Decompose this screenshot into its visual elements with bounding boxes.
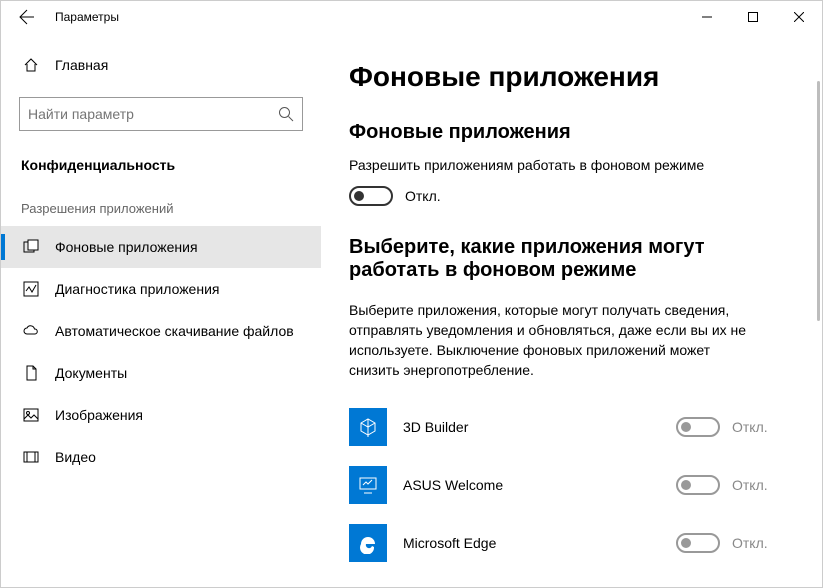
master-toggle[interactable] bbox=[349, 186, 393, 206]
scrollbar[interactable] bbox=[817, 81, 820, 321]
maximize-button[interactable] bbox=[730, 1, 776, 33]
nav-app-diagnostics[interactable]: Диагностика приложения bbox=[1, 268, 321, 310]
videos-icon bbox=[21, 449, 41, 465]
window-controls bbox=[684, 1, 822, 33]
section-title: Конфиденциальность bbox=[1, 143, 321, 183]
sidebar: Главная Конфиденциальность Разрешения пр… bbox=[1, 33, 321, 587]
group-title: Разрешения приложений bbox=[1, 183, 321, 226]
home-button[interactable]: Главная bbox=[1, 45, 321, 85]
cloud-icon bbox=[21, 323, 41, 339]
nav-label: Видео bbox=[55, 449, 96, 465]
nav-auto-downloads[interactable]: Автоматическое скачивание файлов bbox=[1, 310, 321, 352]
pictures-icon bbox=[21, 407, 41, 423]
nav-background-apps[interactable]: Фоновые приложения bbox=[1, 226, 321, 268]
choose-description: Выберите приложения, которые могут получ… bbox=[349, 300, 749, 381]
back-button[interactable] bbox=[13, 3, 41, 31]
section-heading: Фоновые приложения bbox=[349, 121, 782, 144]
app-name: Microsoft Edge bbox=[403, 535, 676, 551]
app-row-asus-welcome: ASUS Welcome Откл. bbox=[349, 459, 782, 511]
page-title: Фоновые приложения bbox=[349, 61, 782, 93]
app-toggle-microsoft-edge[interactable] bbox=[676, 533, 720, 553]
titlebar: Параметры bbox=[1, 1, 822, 33]
back-arrow-icon bbox=[19, 9, 35, 25]
nav-pictures[interactable]: Изображения bbox=[1, 394, 321, 436]
app-toggle-state: Откл. bbox=[732, 535, 782, 551]
nav-label: Диагностика приложения bbox=[55, 281, 219, 297]
app-name: 3D Builder bbox=[403, 419, 676, 435]
master-toggle-state: Откл. bbox=[405, 188, 441, 204]
app-toggle-3d-builder[interactable] bbox=[676, 417, 720, 437]
allow-description: Разрешить приложениям работать в фоновом… bbox=[349, 156, 782, 176]
diagnostics-icon bbox=[21, 281, 41, 297]
nav-label: Фоновые приложения bbox=[55, 239, 198, 255]
nav-label: Изображения bbox=[55, 407, 143, 423]
minimize-button[interactable] bbox=[684, 1, 730, 33]
nav-videos[interactable]: Видео bbox=[1, 436, 321, 478]
window-title: Параметры bbox=[55, 10, 119, 24]
nav-label: Автоматическое скачивание файлов bbox=[55, 323, 294, 339]
background-apps-icon bbox=[21, 239, 41, 255]
app-row-microsoft-edge: Microsoft Edge Откл. bbox=[349, 517, 782, 569]
app-toggle-state: Откл. bbox=[732, 477, 782, 493]
search-box[interactable] bbox=[19, 97, 303, 131]
section-heading-choose: Выберите, какие приложения могут работат… bbox=[349, 236, 782, 282]
app-toggle-state: Откл. bbox=[732, 419, 782, 435]
close-button[interactable] bbox=[776, 1, 822, 33]
home-label: Главная bbox=[55, 57, 108, 73]
app-row-3d-builder: 3D Builder Откл. bbox=[349, 401, 782, 453]
app-toggle-asus-welcome[interactable] bbox=[676, 475, 720, 495]
nav-documents[interactable]: Документы bbox=[1, 352, 321, 394]
home-icon bbox=[21, 57, 41, 73]
search-input[interactable] bbox=[28, 106, 278, 122]
app-icon-asus-welcome bbox=[349, 466, 387, 504]
app-icon-microsoft-edge bbox=[349, 524, 387, 562]
app-icon-3d-builder bbox=[349, 408, 387, 446]
documents-icon bbox=[21, 365, 41, 381]
content-area: Фоновые приложения Фоновые приложения Ра… bbox=[321, 33, 822, 587]
app-name: ASUS Welcome bbox=[403, 477, 676, 493]
nav-label: Документы bbox=[55, 365, 127, 381]
search-icon bbox=[278, 106, 294, 122]
